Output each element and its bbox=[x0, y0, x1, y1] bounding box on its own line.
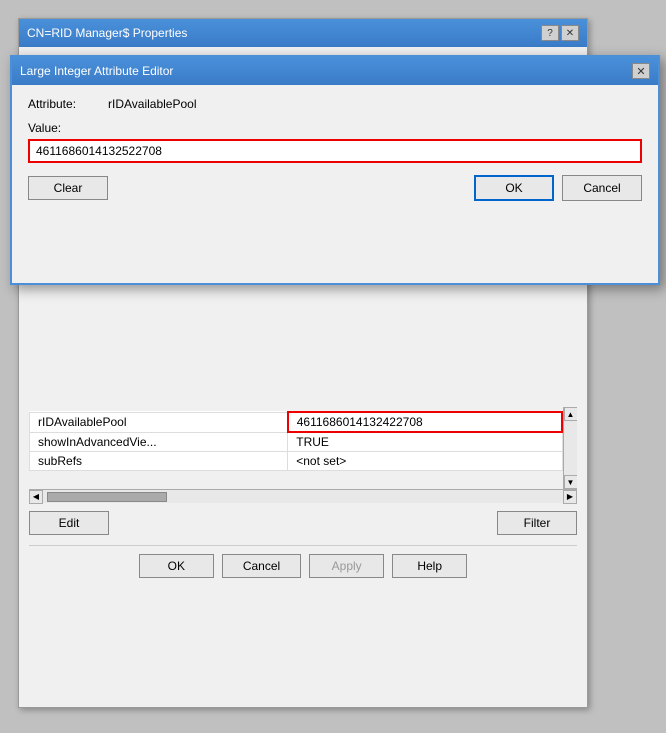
dialog-ok-button[interactable]: OK bbox=[474, 175, 554, 201]
bottom-vertical-scrollbar[interactable]: ▲ ▼ bbox=[563, 407, 577, 489]
window-bottom-buttons: OK Cancel Apply Help bbox=[29, 545, 577, 586]
filter-button[interactable]: Filter bbox=[497, 511, 577, 535]
properties-title-bar: CN=RID Manager$ Properties ? ✕ bbox=[19, 19, 587, 47]
scroll-up-arrow[interactable]: ▲ bbox=[564, 407, 578, 421]
help-title-btn[interactable]: ? bbox=[541, 25, 559, 41]
horizontal-scrollbar[interactable]: ◀ ▶ bbox=[29, 489, 577, 503]
close-title-btn[interactable]: ✕ bbox=[561, 25, 579, 41]
table-row[interactable]: subRefs <not set> bbox=[30, 452, 563, 471]
properties-title: CN=RID Manager$ Properties bbox=[27, 26, 187, 40]
scroll-left-arrow[interactable]: ◀ bbox=[29, 490, 43, 504]
attribute-label: Attribute: bbox=[28, 97, 108, 111]
value-cell-highlighted: 4611686014132422708 bbox=[288, 412, 562, 432]
scroll-right-arrow[interactable]: ▶ bbox=[563, 490, 577, 504]
dialog-title-bar: Large Integer Attribute Editor ✕ bbox=[12, 57, 658, 85]
table-row[interactable]: rIDAvailablePool 4611686014132422708 bbox=[30, 412, 563, 432]
dialog-close-button[interactable]: ✕ bbox=[632, 63, 650, 79]
table-row[interactable]: showInAdvancedVie... TRUE bbox=[30, 432, 563, 452]
dialog-value-section: Value: bbox=[28, 121, 642, 163]
attribute-value: rIDAvailablePool bbox=[108, 97, 197, 111]
scroll-down-arrow[interactable]: ▼ bbox=[564, 475, 578, 489]
edit-filter-buttons: Edit Filter bbox=[29, 511, 577, 535]
value-cell: <not set> bbox=[288, 452, 562, 471]
dialog-right-buttons: OK Cancel bbox=[474, 175, 642, 201]
value-input[interactable] bbox=[28, 139, 642, 163]
apply-button[interactable]: Apply bbox=[309, 554, 384, 578]
dialog-attribute-row: Attribute: rIDAvailablePool bbox=[28, 97, 642, 111]
title-bar-buttons: ? ✕ bbox=[541, 25, 579, 41]
bottom-attributes-area: rIDAvailablePool 4611686014132422708 sho… bbox=[29, 407, 577, 489]
dialog-cancel-button[interactable]: Cancel bbox=[562, 175, 642, 201]
cancel-button[interactable]: Cancel bbox=[222, 554, 301, 578]
ok-button[interactable]: OK bbox=[139, 554, 214, 578]
dialog-content: Attribute: rIDAvailablePool Value: Clear… bbox=[12, 85, 658, 213]
attr-cell: rIDAvailablePool bbox=[30, 412, 288, 432]
edit-button[interactable]: Edit bbox=[29, 511, 109, 535]
scroll-thumb-h[interactable] bbox=[47, 492, 167, 502]
bottom-attributes-table: rIDAvailablePool 4611686014132422708 sho… bbox=[29, 411, 563, 471]
clear-button[interactable]: Clear bbox=[28, 176, 108, 200]
large-integer-dialog: Large Integer Attribute Editor ✕ Attribu… bbox=[10, 55, 660, 285]
dialog-buttons: Clear OK Cancel bbox=[28, 175, 642, 201]
dialog-title: Large Integer Attribute Editor bbox=[20, 64, 173, 78]
help-button[interactable]: Help bbox=[392, 554, 467, 578]
value-label: Value: bbox=[28, 121, 642, 135]
attr-cell: subRefs bbox=[30, 452, 288, 471]
value-cell: TRUE bbox=[288, 432, 562, 452]
attr-cell: showInAdvancedVie... bbox=[30, 432, 288, 452]
